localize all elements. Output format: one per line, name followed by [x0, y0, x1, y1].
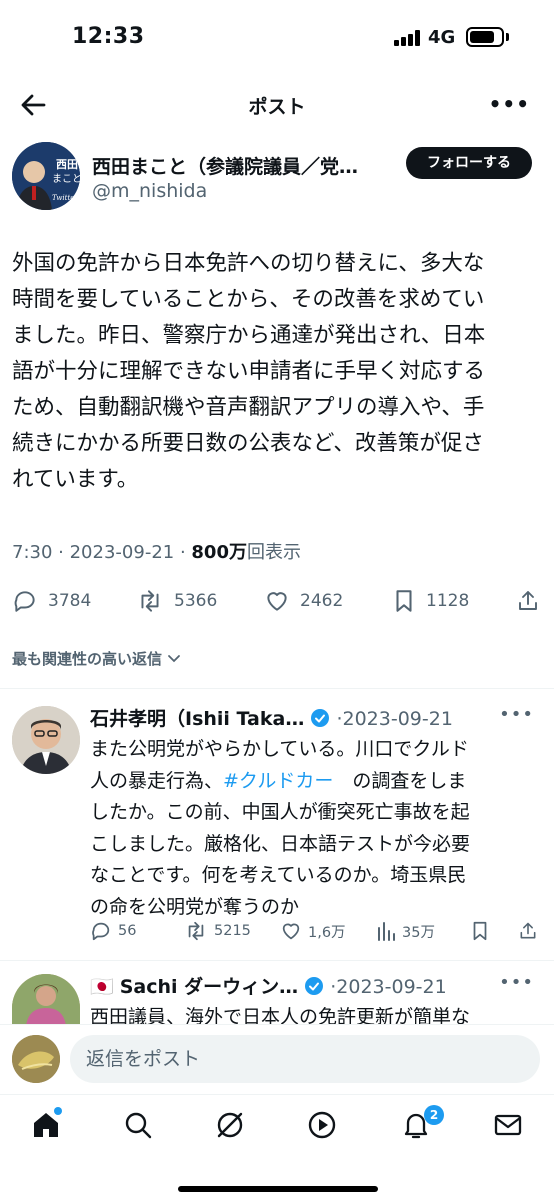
tab-messages[interactable] [492, 1109, 524, 1141]
home-indicator [178, 1186, 378, 1192]
header: ポスト ••• [0, 76, 554, 134]
verified-badge-icon [311, 709, 330, 727]
author-handle[interactable]: @m_nishida [92, 180, 207, 202]
heart-icon [267, 592, 287, 611]
bookmark-icon [396, 590, 412, 612]
reply-icon [92, 922, 110, 941]
hashtag-link[interactable]: #クルドカー [223, 770, 333, 792]
reply2-author-name[interactable]: Sachi ダーウィン… [120, 976, 298, 998]
reply2-header: 🇯🇵 Sachi ダーウィン… ·2023-09-21 [90, 972, 447, 999]
tab-search[interactable] [122, 1109, 154, 1141]
reply-like-count: 1,6万 [308, 924, 346, 941]
reply-author-name[interactable]: 石井孝明（Ishii Taka… [90, 708, 304, 730]
home-notification-dot [54, 1107, 62, 1115]
reply-actions: 56 5215 1,6万 35万 [90, 918, 544, 946]
reply-header: 石井孝明（Ishii Taka… ·2023-09-21 [90, 704, 453, 731]
reply-repost-count: 5215 [214, 923, 251, 939]
post-text: 外国の免許から日本免許への切り替えに、多大な 時間を要していることから、その改善… [12, 251, 486, 492]
repost-icon [188, 921, 204, 941]
repost-count: 5366 [174, 591, 218, 611]
post-date: 2023-09-21 [69, 542, 175, 563]
reply-icon [14, 591, 35, 612]
repost-icon [141, 590, 159, 612]
views-count[interactable]: 800万 [191, 542, 247, 563]
post-time: 7:30 [12, 542, 53, 563]
battery-icon [466, 27, 504, 47]
verified-badge-icon [305, 977, 324, 995]
post-actions: 3784 5366 2462 1128 [0, 584, 554, 616]
repost-action[interactable]: 5366 [136, 588, 217, 614]
page-title: ポスト [248, 96, 306, 118]
meta-separator: · [179, 542, 192, 563]
reply-text: また公明党がやらかしている。川口でクルド 人の暴走行為、#クルドカー の調査をし… [90, 734, 530, 923]
reply2-more-button[interactable]: ••• [499, 972, 534, 993]
reply-share-action[interactable] [518, 920, 544, 942]
bookmark-count: 1128 [426, 591, 470, 611]
search-icon [125, 1112, 152, 1139]
status-time: 12:33 [72, 24, 145, 49]
svg-text:Twitter: Twitter [52, 194, 78, 202]
signal-icon [394, 30, 420, 46]
network-label: 4G [428, 27, 456, 48]
reply2-avatar-image [12, 974, 80, 1026]
divider [0, 688, 554, 689]
battery-cap [506, 33, 509, 41]
svg-text:西田: 西田 [56, 158, 78, 171]
tab-bar: 2 [0, 1094, 554, 1200]
reply-views-count: 35万 [402, 924, 435, 941]
reply-avatar-image [12, 706, 80, 774]
composer-avatar[interactable] [12, 1035, 60, 1083]
reply-bookmark-action[interactable] [470, 920, 496, 942]
composer-avatar-image [12, 1035, 60, 1083]
avatar-image: 西田 まこと Twitter [12, 142, 80, 210]
like-count: 2462 [300, 591, 344, 611]
meta-separator: · [58, 542, 70, 563]
reply-composer: 返信をポスト [0, 1024, 554, 1094]
grok-icon [217, 1112, 243, 1138]
views-chart-icon [378, 922, 395, 941]
more-options-button[interactable]: ••• [489, 92, 530, 116]
notifications-badge: 2 [424, 1105, 444, 1125]
share-icon [520, 922, 536, 939]
reply-count: 3784 [48, 591, 92, 611]
reply2-text: 西田議員、海外で日本人の免許更新が簡単な [90, 1006, 471, 1024]
bookmark-icon [473, 921, 487, 941]
reply-input[interactable]: 返信をポスト [70, 1035, 540, 1083]
author-avatar[interactable]: 西田 まこと Twitter [12, 142, 80, 210]
reply-views-action[interactable]: 35万 [376, 920, 435, 942]
follow-button[interactable]: フォローする [406, 147, 532, 179]
reply-reply-count: 56 [118, 923, 137, 939]
reply-like-action[interactable]: 1,6万 [280, 920, 346, 942]
reply-action[interactable]: 3784 [12, 588, 91, 614]
share-action[interactable] [516, 588, 550, 614]
svg-text:まこと: まこと [52, 173, 80, 185]
reply2-date[interactable]: 2023-09-21 [336, 976, 446, 998]
reply-date[interactable]: 2023-09-21 [342, 708, 452, 730]
reply-sort-selector[interactable]: 最も関連性の高い返信 [12, 648, 181, 669]
play-icon [308, 1111, 336, 1139]
bookmark-action[interactable]: 1128 [392, 588, 469, 614]
sort-label: 最も関連性の高い返信 [12, 650, 163, 668]
chevron-down-icon [168, 655, 181, 663]
reply-avatar[interactable] [12, 706, 80, 774]
flag-icon: 🇯🇵 [90, 976, 114, 998]
post-meta: 7:30 · 2023-09-21 · 800万回表示 [12, 538, 301, 564]
reply-repost-action[interactable]: 5215 [184, 920, 251, 942]
reply-more-button[interactable]: ••• [499, 704, 534, 725]
reply2-avatar[interactable] [12, 974, 80, 1026]
divider [0, 960, 554, 961]
mail-icon [494, 1114, 522, 1136]
reply-reply-action[interactable]: 56 [90, 920, 136, 942]
views-label: 回表示 [246, 542, 301, 563]
tab-video[interactable] [306, 1109, 338, 1141]
like-action[interactable]: 2462 [264, 588, 343, 614]
tab-grok[interactable] [214, 1109, 246, 1141]
status-bar: 12:33 4G [0, 0, 554, 76]
author-name[interactable]: 西田まこと（参議院議員／党… [92, 152, 394, 179]
heart-icon [282, 923, 300, 940]
share-icon [519, 591, 537, 610]
